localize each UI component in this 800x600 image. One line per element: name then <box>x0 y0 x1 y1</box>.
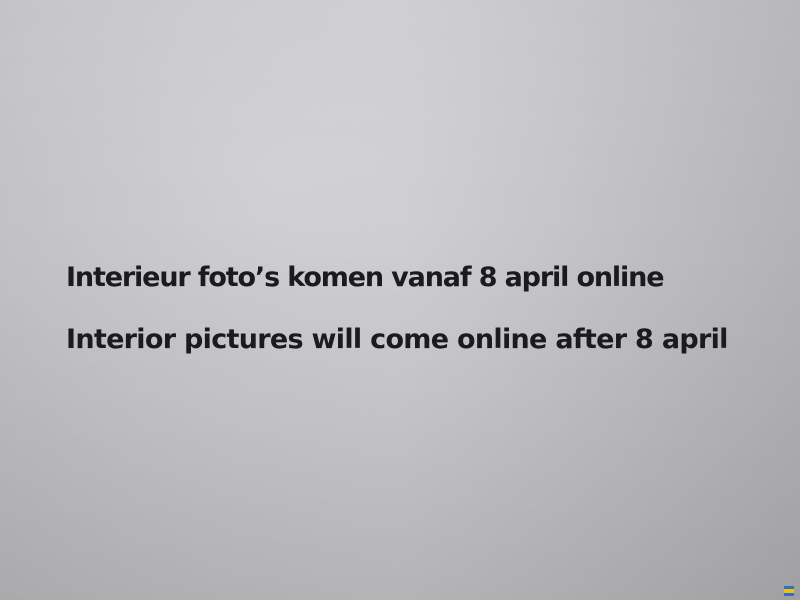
flag-stripe <box>784 592 794 596</box>
flag-mark-icon <box>784 586 794 596</box>
notice-line-dutch: Interieur foto’s komen vanaf 8 april onl… <box>66 262 665 293</box>
notice-line-english: Interior pictures will come online after… <box>66 324 728 355</box>
paper-background: Interieur foto’s komen vanaf 8 april onl… <box>0 0 800 600</box>
